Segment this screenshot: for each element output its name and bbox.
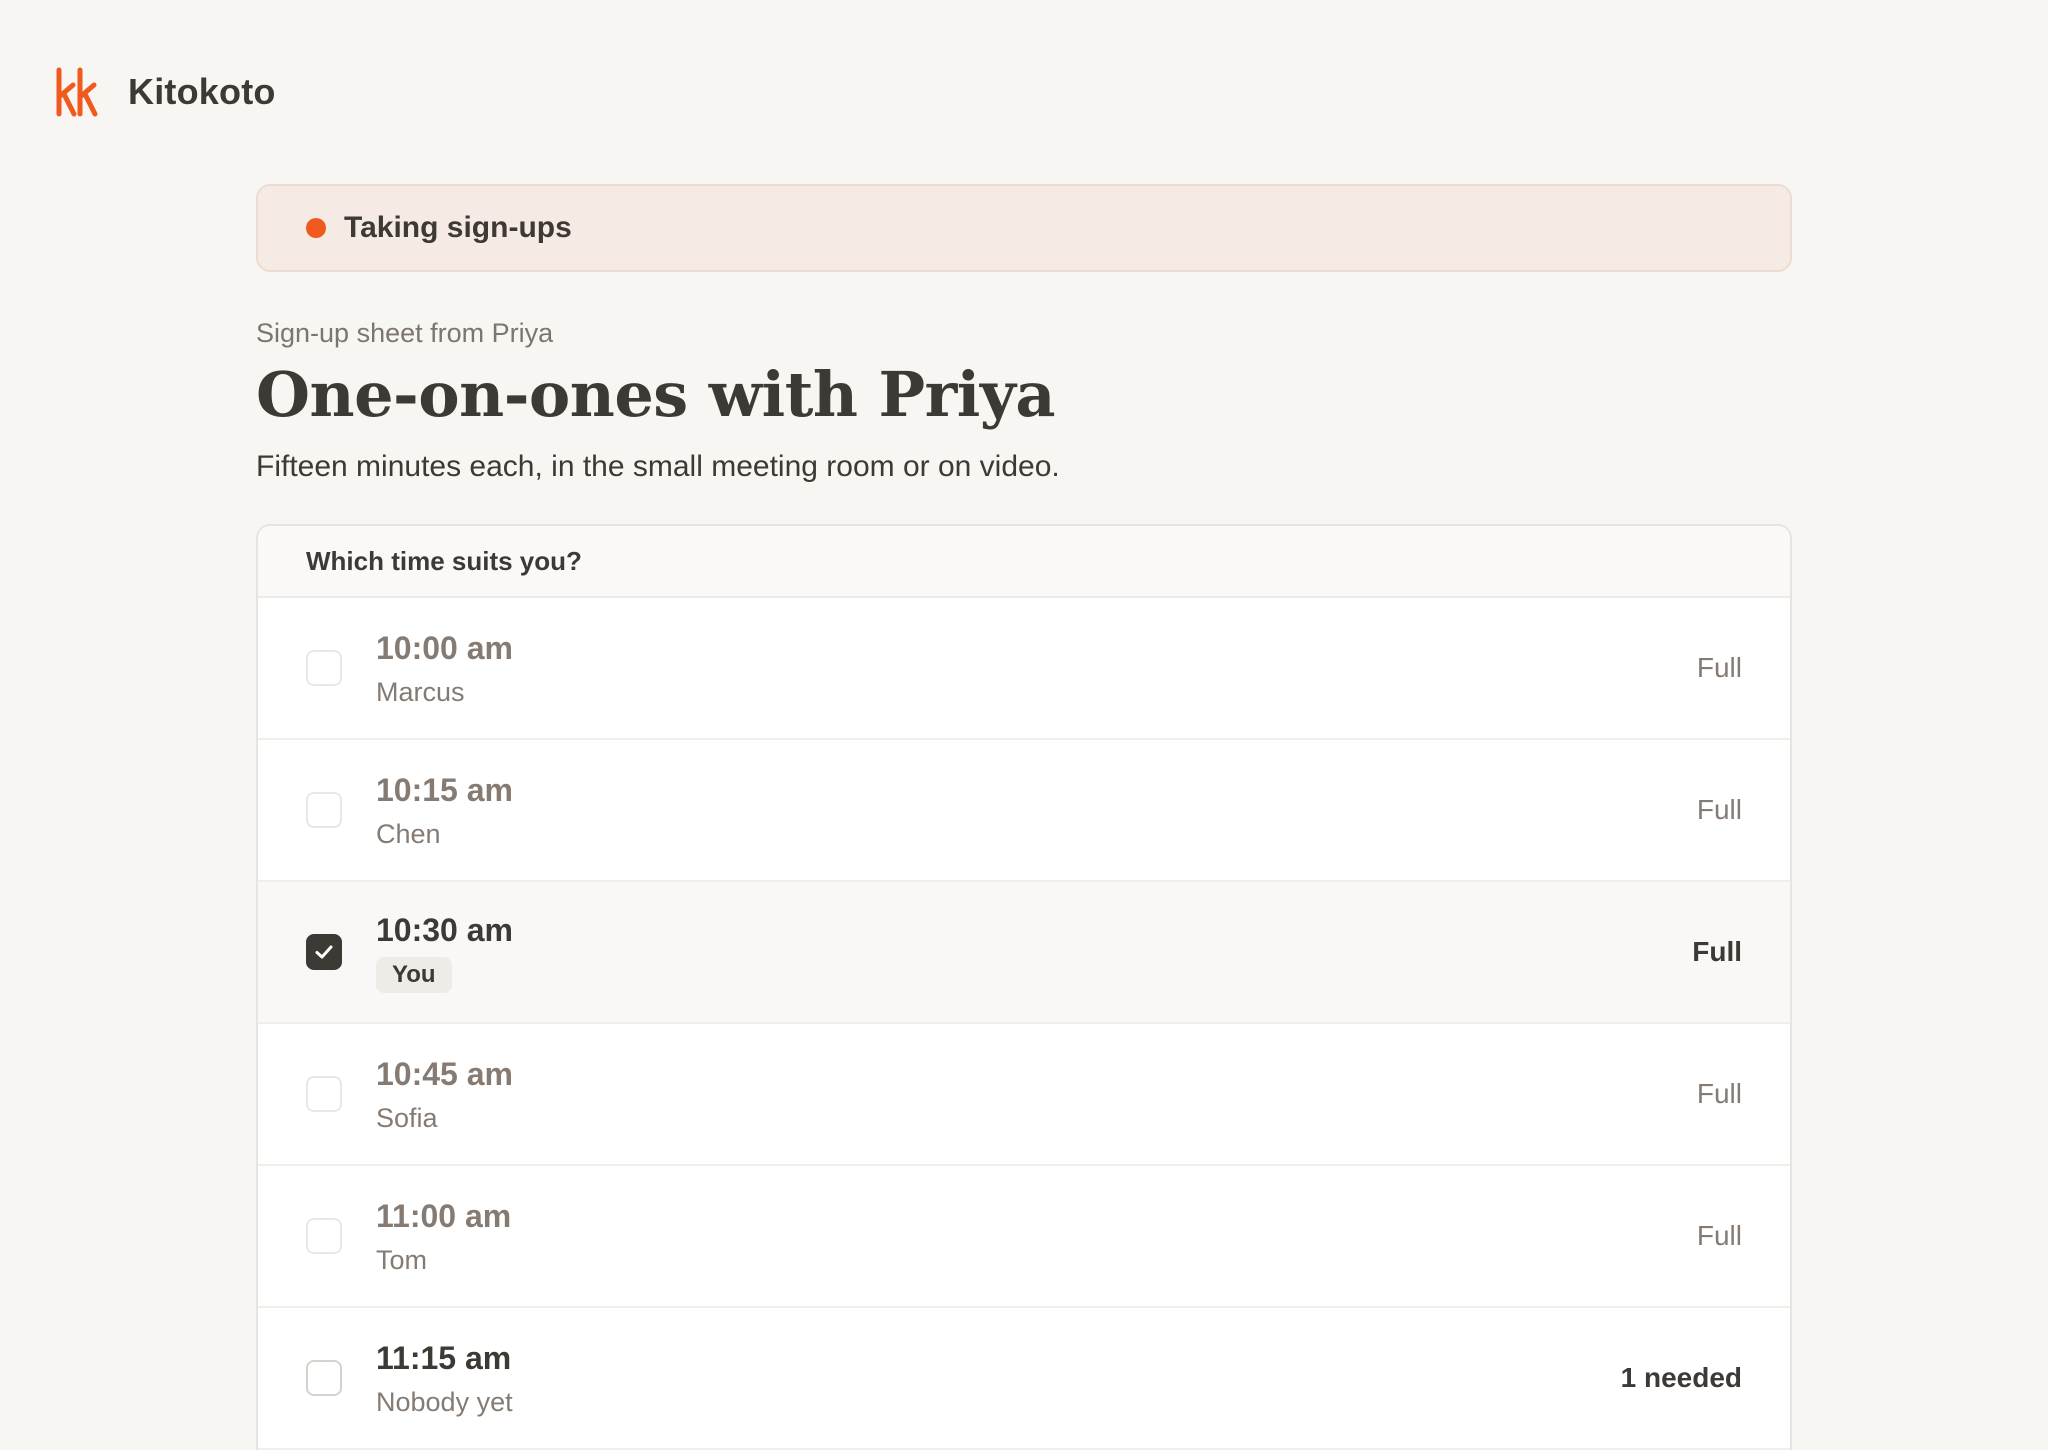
slot-info: 10:15 am Chen	[376, 771, 513, 850]
you-badge: You	[376, 957, 452, 994]
slot-person: Sofia	[376, 1102, 438, 1133]
slot-status: Full	[1696, 652, 1742, 684]
slot-checkbox[interactable]	[306, 792, 342, 829]
status-banner: Taking sign-ups	[256, 184, 1792, 272]
brand-name: Kitokoto	[128, 71, 276, 112]
slots-heading: Which time suits you?	[258, 526, 1790, 599]
slot-row-1000[interactable]: 10:00 am Marcus Full	[258, 598, 1790, 741]
status-label: Taking sign-ups	[344, 211, 572, 244]
app-header: Kitokoto	[54, 66, 276, 118]
slot-info: 10:45 am Sofia	[376, 1055, 513, 1134]
slot-status: Full	[1696, 794, 1742, 826]
slot-row-1115[interactable]: 11:15 am Nobody yet 1 needed	[258, 1308, 1790, 1450]
check-icon	[315, 945, 333, 959]
slot-person: Chen	[376, 818, 441, 849]
slot-checkbox[interactable]	[306, 1218, 342, 1255]
slot-checkbox[interactable]	[306, 650, 342, 687]
slot-person: Nobody yet	[376, 1386, 513, 1417]
slot-time: 10:45 am	[376, 1055, 513, 1092]
page-title: One-on-ones with Priya	[256, 358, 1056, 431]
slot-checkbox[interactable]	[306, 1076, 342, 1113]
signup-sheet: Taking sign-ups Sign-up sheet from Priya…	[256, 184, 1792, 1450]
slot-checkbox-checked[interactable]	[306, 934, 342, 971]
slot-checkbox[interactable]	[306, 1360, 342, 1397]
slot-status: Full	[1692, 936, 1742, 968]
slot-row-1100[interactable]: 11:00 am Tom Full	[258, 1166, 1790, 1309]
slot-time: 11:15 am	[376, 1339, 512, 1376]
slot-info: 11:00 am Tom	[376, 1197, 511, 1276]
kk-logo-icon	[56, 67, 98, 117]
slot-row-1015[interactable]: 10:15 am Chen Full	[258, 740, 1790, 883]
sheet-subtitle: Sign-up sheet from Priya	[256, 318, 554, 348]
slot-status: Full	[1696, 1078, 1742, 1110]
slot-person: Tom	[376, 1244, 428, 1275]
slot-person: Marcus	[376, 676, 465, 707]
slot-row-1045[interactable]: 10:45 am Sofia Full	[258, 1024, 1790, 1167]
slot-row-1030[interactable]: 10:30 am You Full	[258, 882, 1790, 1025]
slot-info: 10:00 am Marcus	[376, 629, 513, 708]
slot-time: 11:00 am	[376, 1197, 512, 1234]
slot-time: 10:15 am	[376, 771, 513, 808]
slot-time: 10:00 am	[376, 629, 513, 666]
slot-status: Full	[1696, 1220, 1742, 1252]
slot-time: 10:30 am	[376, 912, 513, 949]
sheet-description: Fifteen minutes each, in the small meeti…	[256, 450, 1060, 484]
slot-info: 11:15 am Nobody yet	[376, 1339, 513, 1418]
status-dot-icon	[306, 218, 326, 238]
time-slots-card: Which time suits you? 10:00 am Marcus Fu…	[256, 524, 1792, 1450]
slot-info: 10:30 am You	[376, 911, 513, 994]
slot-status: 1 needed	[1620, 1362, 1742, 1394]
